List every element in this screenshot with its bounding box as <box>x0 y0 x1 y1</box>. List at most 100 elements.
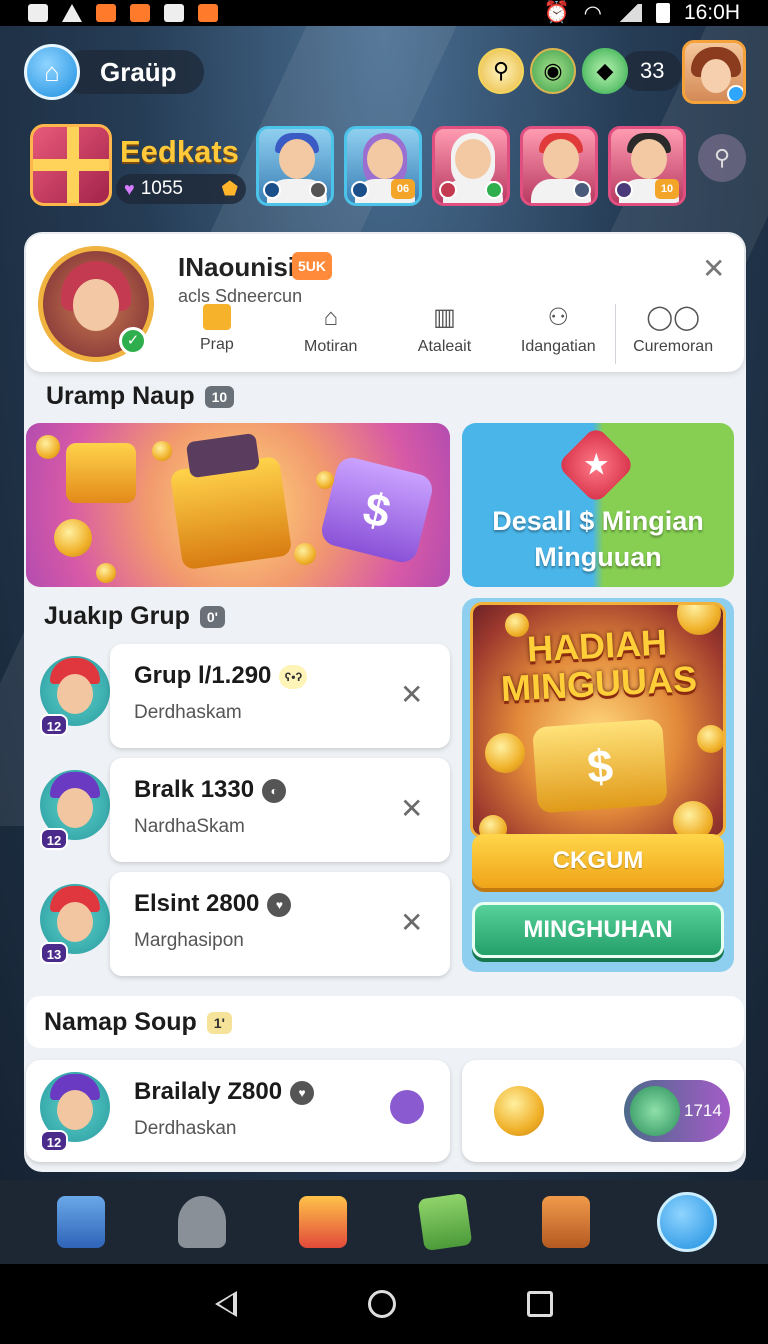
group-card: Grup l/1.290 ʕ•ʔ Derdhaskam ✕ <box>110 644 450 748</box>
level-badge: 12 <box>40 828 68 850</box>
warning-icon <box>62 4 82 22</box>
list-item[interactable]: 12 Grup l/1.290 ʕ•ʔ Derdhaskam ✕ <box>30 644 450 748</box>
list-item[interactable]: 12 Bralk 1330 ◐ NardhaSkam ✕ <box>30 758 450 862</box>
section-title-namap: Namap Soup 1' <box>44 1008 232 1037</box>
user-avatar[interactable] <box>682 40 746 104</box>
coin-icon <box>54 519 92 557</box>
section-title-uramp: Uramp Naup 10 <box>46 382 235 411</box>
coins-pill[interactable]: ♥ 1055 ⬟ <box>116 174 246 204</box>
nav-search[interactable] <box>167 1187 237 1257</box>
level-badge: 12 <box>40 1130 68 1152</box>
friend-avatar[interactable]: 10 <box>608 126 686 206</box>
close-icon[interactable]: ✕ <box>400 678 423 711</box>
gem-button[interactable]: ◆ <box>582 48 628 94</box>
emoji-badge-icon: ʕ•ʔ <box>279 664 308 689</box>
search-user-button[interactable]: ⚲ <box>698 134 746 182</box>
globe-icon: ◉ <box>543 58 563 83</box>
brand-title: Eedkats <box>120 134 239 169</box>
profile-icon <box>657 1192 718 1252</box>
coins-value: 1055 <box>140 178 183 199</box>
search-icon: ⚲ <box>492 58 510 83</box>
section-badge: 0' <box>199 606 225 629</box>
group-subtitle: Derdhaskan <box>134 1118 237 1139</box>
claim-button[interactable]: CKGUM <box>472 834 724 888</box>
gift-icon <box>66 443 136 503</box>
level-badge: 13 <box>40 942 68 964</box>
app-icon <box>198 4 218 22</box>
friend-avatar[interactable]: 06 <box>344 126 422 206</box>
currency-pill[interactable]: 1714 <box>624 1080 730 1142</box>
group-card: Bralk 1330 ◐ NardhaSkam ✕ <box>110 758 450 862</box>
phone-icon <box>615 181 633 199</box>
heart-gem-icon: ♥ <box>124 178 135 199</box>
weekly-button[interactable]: MINGHUHAN <box>472 902 724 958</box>
treasure-chest-icon <box>169 455 293 571</box>
nav-list[interactable] <box>46 1187 116 1257</box>
app-icon <box>96 4 116 22</box>
friend-avatar[interactable] <box>256 126 334 206</box>
tab-motiran[interactable]: ⌂ Motiran <box>274 304 388 364</box>
coin-icon <box>485 733 525 773</box>
coin-icon <box>316 471 334 489</box>
verified-badge-icon <box>727 85 743 101</box>
weekly-card[interactable]: ★ Desall $ Mingian Minguuan <box>462 423 734 587</box>
currency-value: 1714 <box>684 1101 722 1120</box>
recents-icon[interactable] <box>526 1291 553 1317</box>
list-item[interactable]: 13 Elsint 2800 ♥ Marghasipon ✕ <box>30 872 450 976</box>
nav-profile[interactable] <box>652 1187 722 1257</box>
gift-box-icon <box>541 1196 590 1248</box>
page-title: Graüp <box>62 50 204 94</box>
gift-chest-icon[interactable] <box>30 124 112 206</box>
close-icon[interactable]: ✕ <box>400 792 423 825</box>
close-icon[interactable]: ✕ <box>400 906 423 939</box>
group-subtitle: NardhaSkam <box>134 816 245 837</box>
clock-icon <box>351 181 369 199</box>
search-button[interactable]: ⚲ <box>478 48 524 94</box>
clock: 16:0H <box>683 1 740 24</box>
reward-art[interactable]: HADIAH MINGUUAS $ <box>470 602 726 838</box>
app-icon <box>130 4 150 22</box>
tab-curemoran[interactable]: ◯◯ Curemoran <box>616 304 730 364</box>
plus-icon <box>573 181 591 199</box>
globe-button[interactable]: ◉ <box>530 48 576 94</box>
nav-pack[interactable] <box>410 1187 480 1257</box>
tab-prap[interactable]: Prap <box>160 304 274 364</box>
bird-icon <box>164 4 184 22</box>
group-subtitle: Marghasipon <box>134 930 244 951</box>
promo-banner[interactable]: $ <box>26 423 450 587</box>
heart-icon: ♥ <box>267 892 292 917</box>
group-card: Elsint 2800 ♥ Marghasipon ✕ <box>110 872 450 976</box>
tab-idangatian[interactable]: ⚇ Idangatian <box>501 304 615 364</box>
friend-avatar[interactable] <box>432 126 510 206</box>
status-bar: ⏰ ◠ 16:0H <box>0 0 768 26</box>
close-icon[interactable]: ✕ <box>702 252 725 285</box>
group-name: Grup l/1.290 ʕ•ʔ <box>134 662 308 690</box>
gem-count: 33 <box>620 51 683 91</box>
coin-icon <box>36 435 60 459</box>
profile-avatar[interactable]: ✓ <box>38 246 154 362</box>
group-subtitle: Derdhaskam <box>134 702 242 723</box>
friend-avatar[interactable] <box>520 126 598 206</box>
shield-icon: ⬟ <box>221 178 238 200</box>
bottom-group-row: 12 Brailaly Z800 ♥ Derdhaskan <box>30 1060 450 1164</box>
chat-icon: ◯◯ <box>646 304 700 331</box>
friend-level: 06 <box>391 179 415 199</box>
friend-level: 10 <box>655 179 679 199</box>
card-pack-icon <box>417 1192 473 1252</box>
nav-gift[interactable] <box>531 1187 601 1257</box>
clock-icon <box>263 181 281 199</box>
tab-ataleait[interactable]: ▥ Ataleait <box>388 304 502 364</box>
search-badge-icon <box>177 1196 226 1248</box>
profile-name: INaounisi <box>178 252 296 282</box>
building-icon: ▥ <box>433 304 456 331</box>
search-user-icon: ⚲ <box>713 145 731 170</box>
home-button[interactable]: ⌂ <box>24 44 80 100</box>
friend-list: 06 10 <box>256 126 686 206</box>
gallery-icon <box>28 4 48 22</box>
back-icon[interactable] <box>215 1291 238 1317</box>
home-circle-icon[interactable] <box>367 1290 396 1318</box>
nav-cards[interactable] <box>288 1187 358 1257</box>
gem-icon: ◆ <box>596 58 614 83</box>
top-actions: ⚲ ◉ ◆ 33 <box>478 48 683 94</box>
phone-icon <box>439 181 457 199</box>
